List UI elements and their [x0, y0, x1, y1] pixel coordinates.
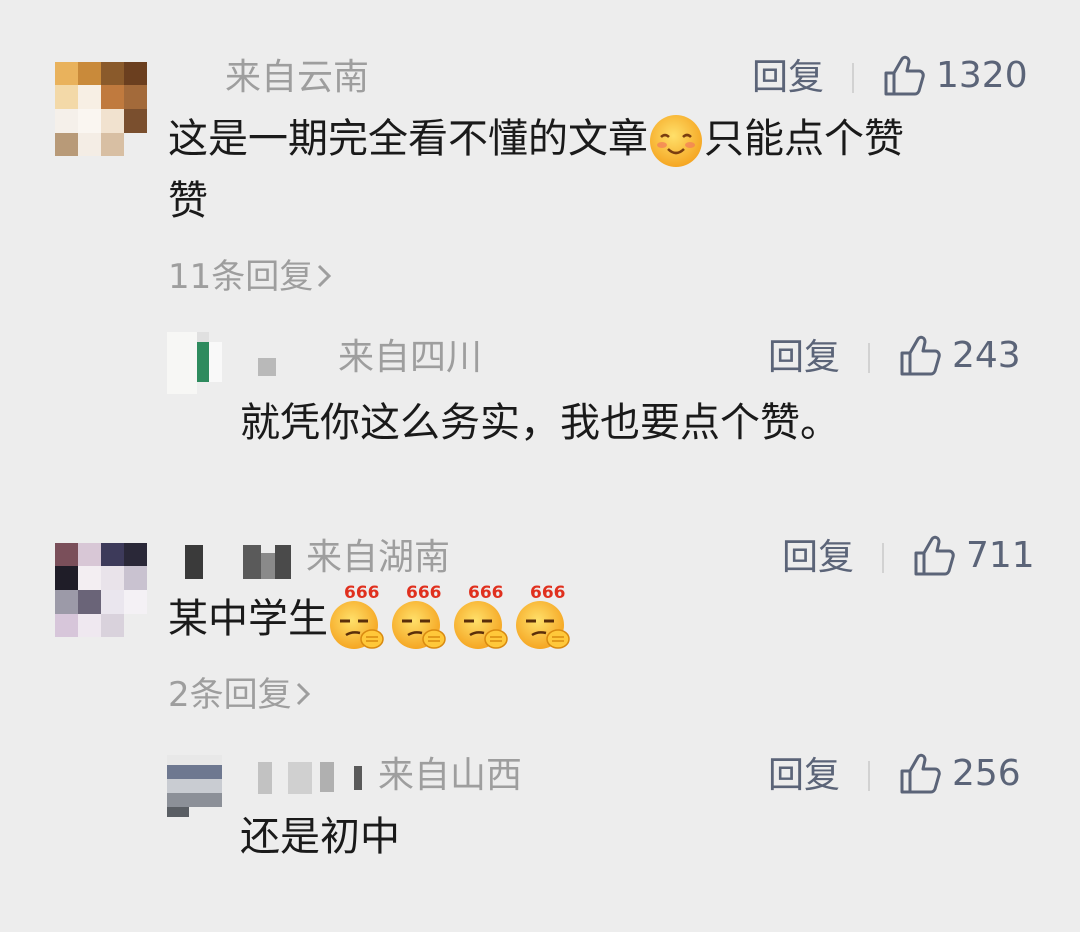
avatar[interactable] [55, 543, 147, 637]
like-button[interactable]: 243 [898, 334, 1021, 378]
divider [882, 543, 884, 573]
location-label: 来自云南 [225, 57, 370, 98]
nickname-redacted [258, 358, 278, 378]
thumbs-up-icon [898, 334, 942, 378]
like-count: 243 [952, 335, 1021, 376]
like-count: 711 [966, 535, 1035, 576]
like-count: 1320 [936, 55, 1028, 96]
reply-button[interactable]: 回复 [768, 336, 840, 380]
thumbs-up-icon [912, 534, 956, 578]
comment-text: 这是一期完全看不懂的文章 只能点个赞 赞 [168, 108, 904, 232]
like-button[interactable]: 711 [912, 534, 1035, 578]
666-emoji: 666 [328, 583, 390, 651]
shy-smile-emoji [648, 113, 704, 169]
like-button[interactable]: 1320 [882, 54, 1028, 98]
view-replies-link[interactable]: 2条回复 [168, 673, 312, 719]
view-replies-label: 2条回复 [168, 675, 292, 715]
comment-text-part: 只能点个赞 [704, 116, 904, 162]
view-replies-label: 11条回复 [168, 257, 314, 297]
reply-button[interactable]: 回复 [752, 56, 824, 100]
thumbs-up-icon [898, 752, 942, 796]
location-label: 来自山西 [378, 755, 523, 796]
like-button[interactable]: 256 [898, 752, 1021, 796]
comment-text-part: 这是一期完全看不懂的文章 [168, 116, 648, 162]
location-label: 来自湖南 [306, 537, 451, 578]
avatar[interactable] [167, 755, 222, 817]
666-emoji: 666 [390, 583, 452, 651]
reply-button[interactable]: 回复 [782, 536, 854, 580]
chevron-right-icon [315, 257, 333, 301]
comment-text-part: 赞 [168, 178, 208, 224]
divider [852, 63, 854, 93]
emoji-caption: 666 [406, 583, 442, 603]
view-replies-link[interactable]: 11条回复 [168, 255, 333, 301]
avatar[interactable] [55, 62, 147, 156]
nickname-redacted [185, 545, 300, 581]
emoji-caption: 666 [344, 583, 380, 603]
comment-text-part: 某中学生 [168, 596, 328, 642]
reply-button[interactable]: 回复 [768, 754, 840, 798]
like-count: 256 [952, 753, 1021, 794]
thumbs-up-icon [882, 54, 926, 98]
666-emoji: 666 [452, 583, 514, 651]
666-emoji: 666 [514, 583, 576, 651]
reply-text: 还是初中 [240, 814, 400, 860]
reply-text: 就凭你这么务实，我也要点个赞。 [240, 400, 840, 446]
emoji-caption: 666 [530, 583, 566, 603]
emoji-caption: 666 [468, 583, 504, 603]
nickname-redacted [258, 762, 373, 796]
avatar[interactable] [167, 332, 222, 394]
location-label: 来自四川 [338, 337, 483, 378]
chevron-right-icon [294, 675, 312, 719]
divider [868, 761, 870, 791]
divider [868, 343, 870, 373]
comment-text: 某中学生 666 666 666 666 [168, 583, 576, 651]
